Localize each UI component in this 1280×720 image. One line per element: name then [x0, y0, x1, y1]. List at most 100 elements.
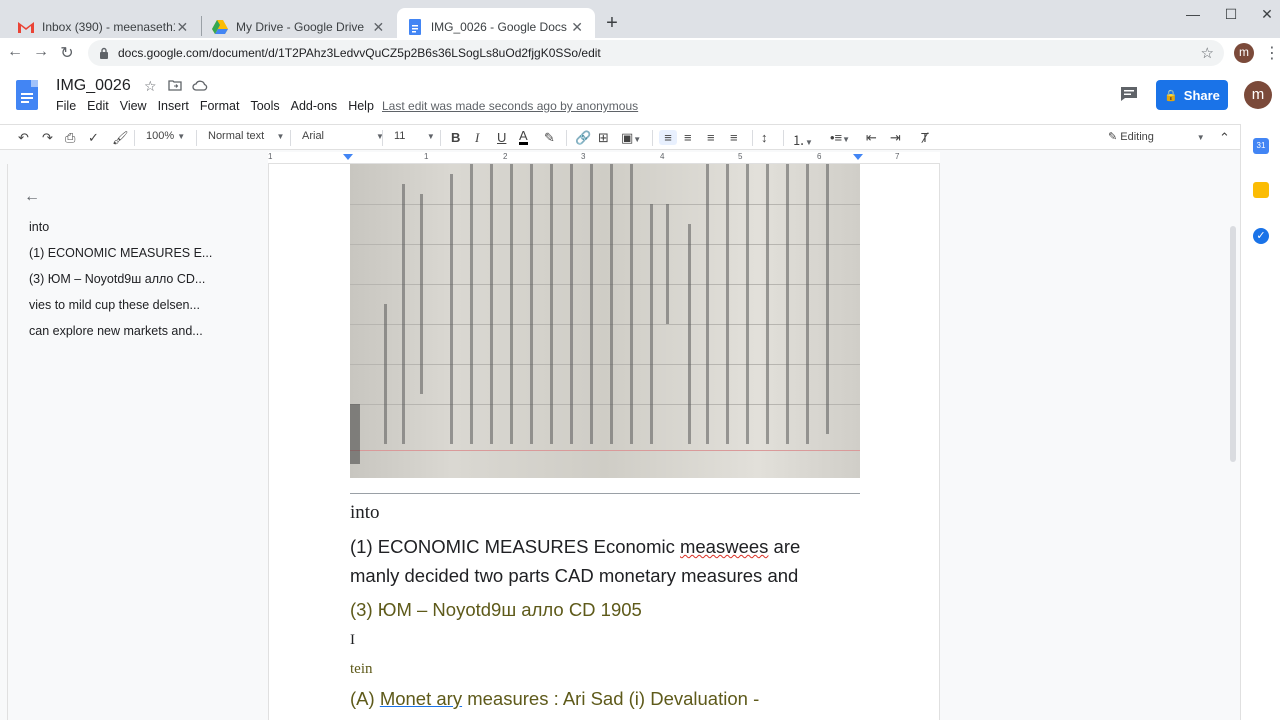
close-window-icon[interactable]: ✕	[1244, 6, 1280, 23]
line-spacing-icon[interactable]: ↕	[761, 130, 768, 145]
redo-icon[interactable]: ↷	[42, 130, 53, 146]
paragraph-economic-measures[interactable]: (1) ECONOMIC MEASURES Economic measwees …	[350, 536, 800, 558]
tab-title: Inbox (390) - meenaseth13jan@g	[42, 20, 175, 34]
bulleted-list-icon[interactable]: •≡▼	[830, 130, 850, 145]
document-page[interactable]: into (1) ECONOMIC MEASURES Economic meas…	[268, 164, 940, 720]
close-icon[interactable]: ✕	[175, 19, 190, 36]
align-center-icon[interactable]: ≡	[684, 130, 692, 145]
tab-title: IMG_0026 - Google Docs	[430, 20, 567, 34]
style-select[interactable]: Normal text ▼	[208, 130, 284, 142]
editing-mode-select[interactable]: ✎ Editing ▼	[1108, 130, 1205, 143]
new-tab-button[interactable]: +	[600, 12, 624, 35]
right-indent-marker-icon[interactable]	[853, 154, 863, 160]
share-button[interactable]: 🔒 Share	[1156, 80, 1228, 110]
text-color-icon[interactable]: A	[519, 129, 528, 145]
browser-menu-icon[interactable]: ⋮	[1264, 43, 1280, 63]
outline-item[interactable]: vies to mild cup these delsen...	[29, 298, 229, 324]
justify-icon[interactable]: ≡	[730, 130, 738, 145]
outline-item[interactable]: (3) ЮМ – Noyotd9ш алло CD...	[29, 272, 229, 298]
document-title[interactable]: IMG_0026	[56, 77, 131, 95]
menu-file[interactable]: File	[56, 99, 76, 113]
side-panel: 31 ✓	[1240, 124, 1280, 720]
grammar-flagged-word[interactable]: Monet ary	[380, 688, 462, 709]
close-icon[interactable]: ✕	[569, 19, 585, 36]
close-icon[interactable]: ✕	[371, 19, 386, 36]
tab-title: My Drive - Google Drive	[236, 20, 365, 34]
menu-view[interactable]: View	[120, 99, 147, 113]
browser-navbar: ← → ↻ docs.google.com/document/d/1T2PAhz…	[0, 38, 1280, 68]
calendar-icon[interactable]: 31	[1253, 138, 1269, 154]
collapse-menu-icon[interactable]: ⌃	[1219, 130, 1230, 146]
misspelled-word[interactable]: measwees	[680, 536, 768, 557]
increase-indent-icon[interactable]: ⇥	[890, 130, 901, 146]
add-comment-icon[interactable]: ⊞	[598, 130, 609, 146]
docs-icon	[407, 19, 423, 35]
ruler-number: 1	[424, 152, 429, 161]
numbered-list-icon[interactable]: ⒈▼	[792, 130, 813, 149]
paragraph-economic-measures-line2[interactable]: manly decided two parts CAD monetary mea…	[350, 565, 798, 587]
bold-icon[interactable]: B	[451, 130, 460, 145]
ruler-number: 1	[268, 152, 273, 161]
gmail-icon	[18, 19, 34, 35]
profile-avatar[interactable]: m	[1234, 43, 1254, 63]
handwritten-notes-image[interactable]	[350, 164, 860, 478]
tasks-icon[interactable]: ✓	[1253, 228, 1269, 244]
menu-bar: File Edit View Insert Format Tools Add-o…	[56, 99, 385, 113]
menu-edit[interactable]: Edit	[87, 99, 109, 113]
document-scrollbar[interactable]	[1230, 226, 1236, 462]
text-run: measures : Ari Sad (i) Devaluation -	[462, 688, 760, 709]
decrease-indent-icon[interactable]: ⇤	[866, 130, 877, 146]
move-folder-icon[interactable]	[168, 78, 182, 94]
undo-icon[interactable]: ↶	[18, 130, 29, 146]
text-run: are	[768, 536, 801, 557]
paragraph-tein[interactable]: tein	[350, 661, 373, 678]
horizontal-ruler[interactable]: 1 1 2 3 4 5 6 7	[268, 152, 940, 164]
highlight-icon[interactable]: ✎	[544, 130, 555, 146]
underline-icon[interactable]: U	[497, 130, 506, 145]
docs-logo-icon[interactable]	[16, 80, 38, 110]
cloud-status-icon[interactable]	[192, 78, 208, 94]
ruler-number: 5	[738, 152, 743, 161]
insert-image-icon[interactable]: ▣▼	[621, 130, 641, 146]
comment-icon[interactable]	[1120, 86, 1138, 102]
align-right-icon[interactable]: ≡	[707, 130, 715, 145]
italic-icon[interactable]: I	[475, 130, 479, 146]
font-select[interactable]: Arial ▼	[302, 130, 384, 142]
spellcheck-icon[interactable]: ✓	[88, 130, 99, 146]
reload-icon[interactable]: ↻	[56, 43, 78, 63]
clear-formatting-icon[interactable]: Ⱦ	[921, 130, 929, 145]
text-run: (1) ECONOMIC MEASURES Economic	[350, 536, 680, 557]
last-edit-link[interactable]: Last edit was made seconds ago by anonym…	[382, 99, 638, 113]
outline-item[interactable]: (1) ECONOMIC MEASURES E...	[29, 246, 229, 272]
bookmark-star-icon[interactable]: ☆	[1201, 44, 1214, 62]
print-icon[interactable]: ⎙	[65, 130, 75, 146]
lock-icon	[100, 47, 108, 59]
menu-addons[interactable]: Add-ons	[291, 99, 338, 113]
outline-item[interactable]: into	[29, 220, 229, 246]
font-size-select[interactable]: 11 ▼	[394, 130, 435, 142]
account-avatar[interactable]: m	[1244, 81, 1272, 109]
zoom-select[interactable]: 100% ▼	[146, 130, 185, 142]
align-left-icon[interactable]: ≡	[659, 130, 677, 145]
menu-help[interactable]: Help	[348, 99, 374, 113]
paint-format-icon[interactable]: 🖌	[112, 130, 129, 146]
indent-marker-icon[interactable]	[343, 154, 353, 160]
close-outline-icon[interactable]: ←	[24, 188, 40, 206]
paragraph-yom[interactable]: (3) ЮМ – Noyotd9ш алло CD 1905	[350, 599, 642, 621]
ruler-number: 6	[817, 152, 822, 161]
paragraph-cursor[interactable]: I	[350, 632, 355, 649]
menu-insert[interactable]: Insert	[158, 99, 189, 113]
font-value: Arial	[302, 130, 325, 142]
outline-item[interactable]: can explore new markets and...	[29, 324, 229, 350]
star-icon[interactable]: ☆	[144, 78, 157, 95]
menu-format[interactable]: Format	[200, 99, 240, 113]
paragraph-monetary[interactable]: (A) Monet ary measures : Ari Sad (i) Dev…	[350, 688, 759, 710]
menu-tools[interactable]: Tools	[250, 99, 279, 113]
formatting-toolbar: ↶ ↷ ⎙ ✓ 🖌 100% ▼ Normal text ▼ Arial ▼ 1…	[0, 124, 1240, 150]
back-icon[interactable]: ←	[4, 43, 26, 61]
keep-icon[interactable]	[1253, 182, 1269, 198]
forward-icon[interactable]: →	[30, 43, 52, 61]
link-icon[interactable]: 🔗	[575, 130, 591, 146]
address-bar[interactable]: docs.google.com/document/d/1T2PAhz3Ledvv…	[88, 40, 1224, 66]
paragraph-into[interactable]: into	[350, 502, 380, 524]
